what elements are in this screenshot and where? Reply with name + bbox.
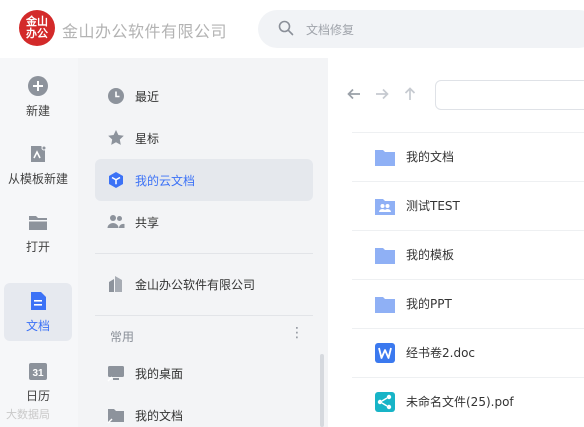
up-arrow-icon[interactable] (402, 86, 418, 102)
clock-icon (108, 88, 124, 104)
nav-item-company[interactable]: 金山办公软件有限公司 (95, 263, 313, 305)
file-name: 我的PPT (406, 297, 452, 311)
nav-panel: 最近 星标 我的云文档 共享 金山办公软件有限公司 常用 ⋮ 我的桌面 我的文档 (78, 58, 328, 427)
nav-item-my-desktop[interactable]: 我的桌面 (95, 352, 313, 394)
svg-text:31: 31 (32, 368, 44, 379)
nav-scrollbar[interactable] (320, 354, 324, 427)
file-row[interactable]: 我的文档 (352, 132, 584, 180)
back-arrow-icon[interactable] (346, 86, 362, 102)
nav-label-shared: 共享 (135, 215, 160, 230)
folder-icon (375, 247, 395, 264)
building-icon (109, 276, 122, 292)
rail-label-documents: 文档 (25, 319, 50, 333)
search-input[interactable]: 文档修复 (258, 10, 584, 48)
nav-item-recent[interactable]: 最近 (95, 75, 313, 117)
rail-new-from-template[interactable]: 从模板新建 (4, 136, 72, 194)
rail-new[interactable]: 新建 (4, 68, 72, 126)
header: 金山 办公 金山办公软件有限公司 文档修复 (0, 0, 584, 58)
rail-label-open: 打开 (25, 240, 50, 254)
rail-documents[interactable]: 文档 (4, 283, 72, 341)
folder-icon (375, 296, 395, 313)
file-row[interactable]: 未命名文件(25).pof (352, 377, 584, 425)
more-options-icon[interactable]: ⋮ (290, 325, 304, 341)
logo-text-line2: 办公 (26, 27, 48, 40)
document-icon (31, 292, 46, 310)
path-bar[interactable] (435, 80, 584, 110)
file-row[interactable]: 测试TEST (352, 181, 584, 229)
word-doc-icon (375, 342, 395, 363)
nav-item-my-cloud-docs[interactable]: 我的云文档 (95, 159, 313, 201)
company-name: 金山办公软件有限公司 (62, 22, 228, 41)
file-row[interactable]: 我的模板 (352, 230, 584, 278)
file-row[interactable]: 我的PPT (352, 279, 584, 327)
nav-label-company: 金山办公软件有限公司 (135, 277, 256, 292)
rail-open[interactable]: 打开 (4, 204, 72, 262)
nav-divider (95, 315, 313, 316)
nav-item-shared[interactable]: 共享 (95, 201, 313, 243)
cloud-cube-icon (109, 172, 123, 188)
watermark: 大数据局 (6, 408, 50, 421)
file-row[interactable]: 经书卷2.doc (352, 328, 584, 376)
nav-item-my-documents[interactable]: 我的文档 (95, 394, 313, 427)
mindmap-file-icon (375, 391, 395, 412)
rail-label-template: 从模板新建 (7, 172, 68, 186)
section-title-common: 常用 (110, 330, 135, 344)
file-browser: 我的文档 测试TEST 我的模板 我的PPT 经书卷2.doc 未命名文件(25… (328, 58, 584, 427)
file-name: 经书卷2.doc (406, 346, 476, 360)
star-icon (108, 130, 124, 145)
file-name: 未命名文件(25).pof (406, 395, 514, 409)
rail-calendar[interactable]: 31 日历 (4, 353, 72, 411)
nav-divider (95, 253, 313, 254)
search-icon (278, 20, 294, 36)
nav-label-my-desktop: 我的桌面 (135, 366, 184, 381)
plus-circle-icon (28, 76, 48, 96)
shared-folder-icon (375, 198, 395, 215)
file-name: 我的文档 (406, 150, 455, 164)
nav-label-starred: 星标 (135, 131, 160, 146)
left-rail: 新建 从模板新建 打开 文档 31 日历 (0, 58, 78, 427)
search-placeholder: 文档修复 (306, 23, 355, 37)
desktop-shortcut-icon (107, 366, 124, 382)
nav-label-recent: 最近 (135, 89, 160, 104)
file-name: 测试TEST (406, 199, 460, 213)
nav-item-starred[interactable]: 星标 (95, 117, 313, 159)
folder-icon (375, 149, 395, 166)
wps-logo[interactable]: 金山 办公 (19, 10, 55, 46)
folder-shortcut-icon (107, 409, 124, 424)
forward-arrow-icon[interactable] (374, 86, 390, 102)
nav-label-my-documents: 我的文档 (135, 408, 184, 423)
rail-label-new: 新建 (25, 104, 50, 118)
rail-label-calendar: 日历 (25, 389, 50, 403)
calendar-icon: 31 (29, 363, 47, 380)
folder-icon (29, 216, 47, 230)
template-icon (31, 145, 47, 162)
nav-label-my-cloud-docs: 我的云文档 (135, 173, 196, 188)
people-icon (107, 215, 125, 228)
file-name: 我的模板 (406, 248, 455, 262)
